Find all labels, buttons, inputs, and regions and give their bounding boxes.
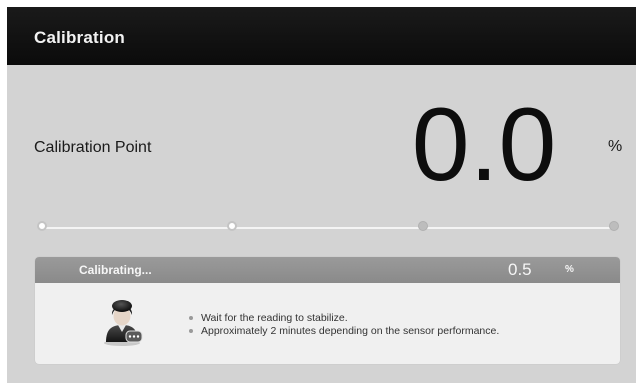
progress-track [42, 227, 612, 229]
calibration-point-value: 0.0 [411, 87, 557, 203]
calibration-point-unit: % [608, 138, 623, 155]
status-text: Calibrating... [79, 263, 152, 277]
bullet-icon [189, 316, 193, 320]
progress-step-1 [37, 221, 47, 231]
calibration-screen: Calibration Calibration Point 0.0 % Cali… [7, 7, 636, 383]
live-reading-unit: % [565, 264, 574, 275]
instructions-list: Wait for the reading to stabilize. Appro… [187, 312, 499, 338]
calibration-status-panel: Calibrating... 0.5 % Wait for the readin… [35, 257, 620, 364]
progress-step-4 [609, 221, 619, 231]
status-header: Calibrating... 0.5 % [35, 257, 620, 283]
progress-step-2 [227, 221, 237, 231]
list-item: Approximately 2 minutes depending on the… [187, 325, 499, 338]
page-title: Calibration [34, 28, 125, 47]
list-item: Wait for the reading to stabilize. [187, 312, 499, 325]
bullet-icon [189, 329, 193, 333]
progress-step-3 [418, 221, 428, 231]
instruction-text: Approximately 2 minutes depending on the… [201, 325, 500, 337]
live-reading-value: 0.5 [508, 260, 532, 279]
calibration-point-label: Calibration Point [34, 139, 152, 156]
user-chat-icon [98, 295, 146, 347]
instruction-text: Wait for the reading to stabilize. [201, 312, 348, 324]
title-bar: Calibration [7, 7, 636, 65]
